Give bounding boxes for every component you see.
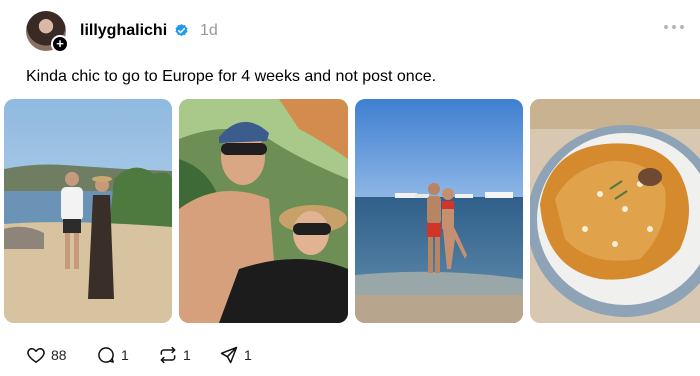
repost-button[interactable]: 1: [158, 344, 191, 366]
post-actions: 88 1 1 1: [26, 344, 326, 366]
send-icon: [220, 346, 238, 364]
post-caption: Kinda chic to go to Europe for 4 weeks a…: [26, 68, 437, 85]
reply-button[interactable]: 1: [96, 344, 129, 366]
share-count: 1: [244, 347, 252, 363]
share-button[interactable]: 1: [219, 344, 252, 366]
repost-icon: [160, 346, 176, 364]
more-dot: [664, 25, 668, 29]
comment-icon: [98, 347, 114, 363]
more-dot: [672, 25, 676, 29]
like-button[interactable]: 88: [26, 344, 67, 366]
repost-count: 1: [183, 347, 191, 363]
post-header: + lillyghalichi 1d: [26, 10, 686, 54]
post-time: 1d: [200, 22, 218, 39]
more-dot: [680, 25, 684, 29]
photo-pasta-dish[interactable]: [530, 99, 700, 323]
username[interactable]: lillyghalichi: [80, 22, 167, 40]
photo-couple-selfie[interactable]: [179, 99, 348, 323]
verified-badge-icon: [175, 23, 188, 37]
photo-beach-couple[interactable]: [4, 99, 172, 323]
like-count: 88: [51, 347, 67, 363]
reply-count: 1: [121, 347, 129, 363]
heart-icon: [27, 348, 45, 363]
more-options-button[interactable]: [664, 17, 686, 37]
photo-couple-sea[interactable]: [355, 99, 523, 323]
follow-plus-icon[interactable]: +: [51, 35, 69, 53]
